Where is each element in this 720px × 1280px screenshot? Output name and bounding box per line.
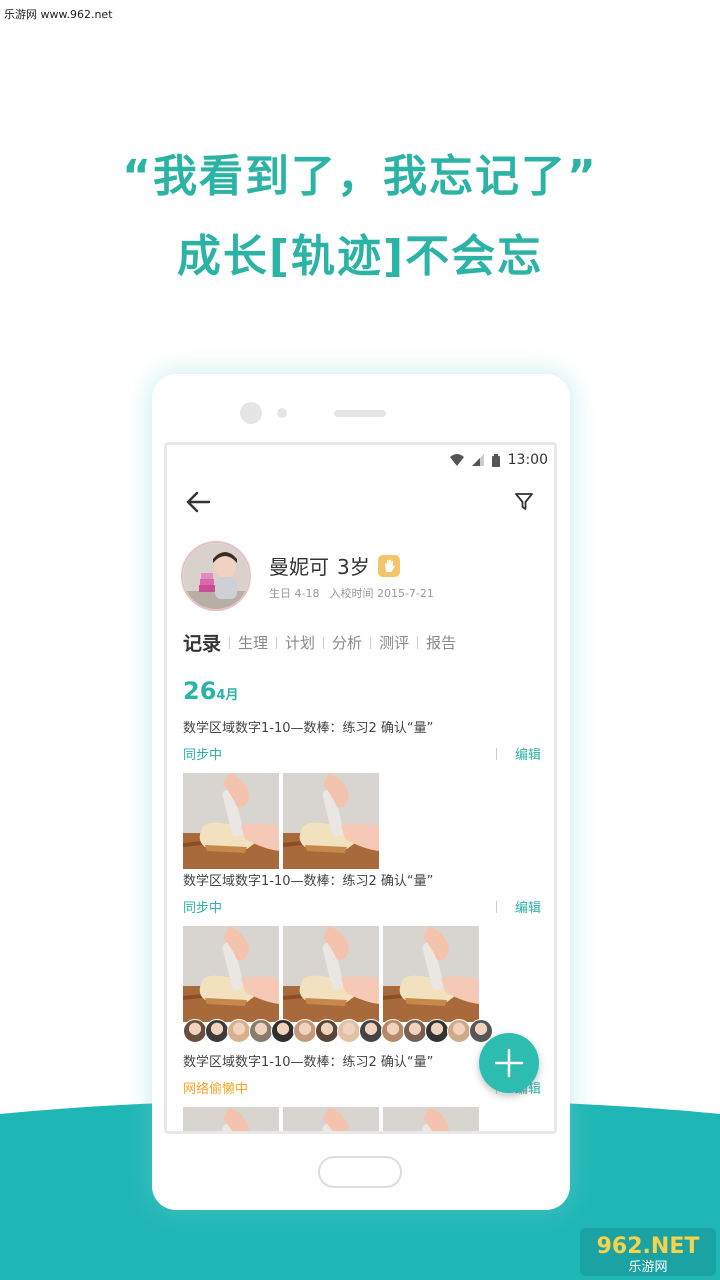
child-avatar[interactable] [181, 541, 251, 611]
status-time: 13:00 [507, 452, 548, 468]
svg-text:乐游网: 乐游网 [628, 1260, 667, 1275]
user-avatar[interactable] [315, 1019, 339, 1043]
battery-icon [491, 453, 500, 467]
record-status: 同步中 [183, 748, 223, 763]
headline-line2: 成长[轨迹]不会忘 [176, 231, 544, 282]
record-status: 同步中 [183, 901, 223, 916]
record-photos [183, 1107, 541, 1131]
enroll-date-text: 入校时间 2015-7-21 [329, 587, 434, 600]
user-avatar[interactable] [337, 1019, 361, 1043]
record-photo[interactable] [283, 926, 379, 1022]
record-status: 网络偷懒中 [183, 1082, 249, 1097]
user-avatar[interactable] [425, 1019, 449, 1043]
child-name: 曼妮可 [269, 555, 329, 579]
back-arrow-icon[interactable] [185, 491, 211, 513]
tab-report[interactable]: 报告 [426, 632, 456, 653]
signal-icon [471, 454, 484, 466]
user-avatar[interactable] [227, 1019, 251, 1043]
user-avatar[interactable] [359, 1019, 383, 1043]
record-photo[interactable] [183, 926, 279, 1022]
tab-divider [323, 636, 325, 649]
watermark-top: 乐游网 www.962.net [4, 8, 113, 21]
tab-records[interactable]: 记录 [183, 629, 221, 656]
user-avatar[interactable] [381, 1019, 405, 1043]
birthday-text: 生日 4-18 [269, 587, 320, 600]
record-date: 264月 [183, 677, 238, 705]
liked-by-avatars[interactable] [183, 1019, 493, 1043]
record-item: 数学区域数字1-10—数棒：练习2 确认“量” 同步中 编辑 [183, 717, 541, 869]
tab-divider [417, 636, 419, 649]
phone-speaker [334, 410, 386, 417]
user-avatar[interactable] [249, 1019, 273, 1043]
phone-home-button [318, 1156, 402, 1188]
hand-icon [377, 554, 400, 577]
record-photo[interactable] [183, 1107, 279, 1131]
tab-physiology[interactable]: 生理 [238, 632, 268, 653]
tab-bar: 记录 生理 计划 分析 测评 报告 [183, 629, 456, 656]
profile-name-line: 曼妮可 3岁 [269, 551, 400, 580]
record-photo[interactable] [383, 926, 479, 1022]
record-photos [183, 773, 541, 869]
profile-meta: 生日 4-18 入校时间 2015-7-21 [269, 585, 434, 601]
record-photo[interactable] [283, 773, 379, 869]
edit-button[interactable]: 编辑 [515, 897, 541, 916]
tab-divider [229, 636, 231, 649]
tab-divider [276, 636, 278, 649]
phone-sensor [277, 408, 287, 418]
user-avatar[interactable] [183, 1019, 207, 1043]
user-avatar[interactable] [447, 1019, 471, 1043]
record-photo[interactable] [383, 1107, 479, 1131]
record-photo[interactable] [183, 773, 279, 869]
tab-assessment[interactable]: 测评 [379, 632, 409, 653]
tab-divider [370, 636, 372, 649]
user-avatar[interactable] [271, 1019, 295, 1043]
record-item: 数学区域数字1-10—数棒：练习2 确认“量” 同步中 编辑 [183, 870, 541, 1022]
wifi-icon [449, 454, 464, 466]
user-avatar[interactable] [293, 1019, 317, 1043]
record-photos [183, 926, 541, 1022]
record-title: 数学区域数字1-10—数棒：练习2 确认“量” [183, 721, 434, 736]
date-month: 4月 [216, 688, 239, 703]
tab-plan[interactable]: 计划 [285, 632, 315, 653]
record-title: 数学区域数字1-10—数棒：练习2 确认“量” [183, 874, 434, 889]
user-avatar[interactable] [403, 1019, 427, 1043]
phone-screen: 13:00 曼妮可 3岁 生日 4-18 入校时间 2015-7-21 记录 生… [164, 442, 557, 1134]
add-record-button[interactable] [479, 1033, 539, 1093]
svg-text:962.NET: 962.NET [597, 1234, 700, 1259]
child-age: 3岁 [337, 555, 370, 579]
tab-analysis[interactable]: 分析 [332, 632, 362, 653]
status-bar: 13:00 [449, 451, 548, 469]
user-avatar[interactable] [205, 1019, 229, 1043]
962-logo: 962.NET 乐游网 [580, 1228, 716, 1276]
record-divider [495, 900, 497, 913]
headline-line1: “我看到了，我忘记了” [122, 151, 598, 202]
filter-icon[interactable] [514, 491, 534, 511]
record-photo[interactable] [283, 1107, 379, 1131]
edit-button[interactable]: 编辑 [515, 744, 541, 763]
plus-icon [494, 1048, 524, 1078]
date-day: 26 [183, 677, 217, 705]
record-divider [495, 747, 497, 760]
phone-frame: 13:00 曼妮可 3岁 生日 4-18 入校时间 2015-7-21 记录 生… [152, 374, 570, 1210]
phone-camera [240, 402, 262, 424]
